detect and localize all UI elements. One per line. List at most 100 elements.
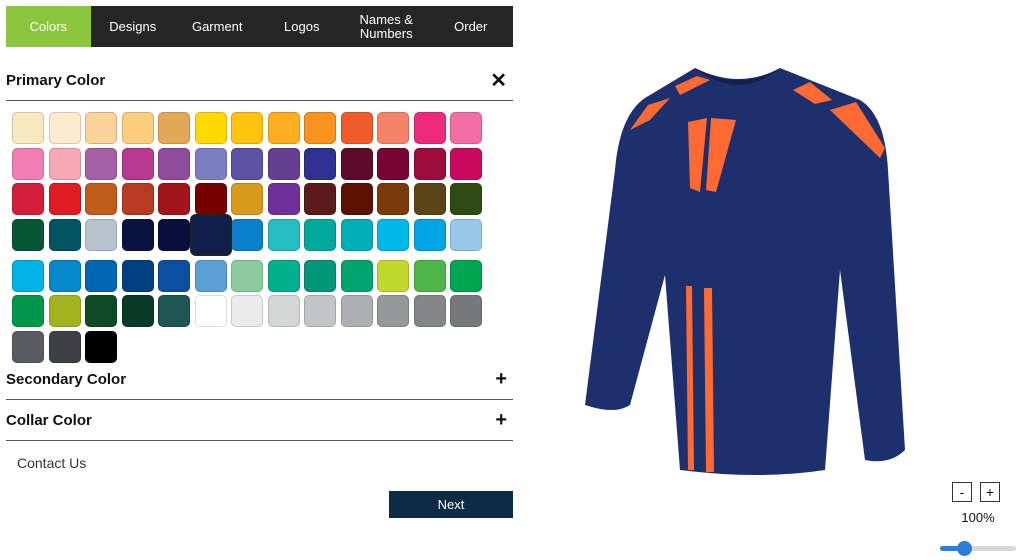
- color-swatch[interactable]: [158, 219, 190, 252]
- zoom-slider-thumb[interactable]: [956, 541, 972, 556]
- plus-icon[interactable]: +: [495, 409, 507, 432]
- color-swatch[interactable]: [48, 183, 81, 216]
- color-swatch[interactable]: [231, 112, 263, 144]
- color-swatch[interactable]: [377, 219, 409, 252]
- color-swatch[interactable]: [304, 147, 336, 180]
- color-swatch[interactable]: [158, 112, 190, 144]
- color-swatch[interactable]: [158, 295, 190, 328]
- color-swatch[interactable]: [413, 295, 446, 328]
- color-swatch[interactable]: [304, 259, 336, 292]
- secondary-color-title: Secondary Color: [6, 370, 127, 388]
- color-swatch[interactable]: [413, 147, 446, 180]
- color-swatch[interactable]: [85, 219, 117, 252]
- color-swatch[interactable]: [267, 112, 300, 144]
- color-swatch[interactable]: [450, 112, 482, 144]
- color-swatch[interactable]: [340, 219, 373, 252]
- color-swatch[interactable]: [340, 259, 373, 292]
- color-swatch[interactable]: [450, 183, 482, 216]
- color-swatch[interactable]: [48, 259, 81, 292]
- color-swatch[interactable]: [85, 112, 117, 144]
- color-swatch[interactable]: [231, 147, 263, 180]
- color-swatch[interactable]: [231, 259, 263, 292]
- color-swatch[interactable]: [85, 147, 117, 180]
- color-swatch[interactable]: [377, 259, 409, 292]
- jersey-preview: [585, 68, 905, 475]
- color-swatch[interactable]: [267, 259, 300, 292]
- color-swatch[interactable]: [304, 112, 336, 144]
- color-swatch[interactable]: [340, 295, 373, 328]
- color-swatch[interactable]: [377, 295, 409, 328]
- color-swatch[interactable]: [231, 183, 263, 216]
- color-swatch[interactable]: [48, 331, 81, 364]
- color-swatch[interactable]: [48, 295, 81, 328]
- color-swatch[interactable]: [121, 295, 154, 328]
- color-swatch[interactable]: [340, 147, 373, 180]
- color-swatch[interactable]: [267, 219, 300, 252]
- color-swatch[interactable]: [413, 112, 446, 144]
- color-swatch[interactable]: [304, 183, 336, 216]
- zoom-in-button[interactable]: +: [980, 482, 1000, 502]
- color-swatch[interactable]: [158, 259, 190, 292]
- color-swatch[interactable]: [12, 112, 44, 144]
- color-swatch[interactable]: [121, 112, 154, 144]
- color-swatch[interactable]: [158, 147, 190, 180]
- color-swatch[interactable]: [413, 219, 446, 252]
- color-swatch[interactable]: [231, 295, 263, 328]
- tab-garment[interactable]: Garment: [175, 6, 260, 47]
- tab-designs[interactable]: Designs: [91, 6, 176, 47]
- color-swatch[interactable]: [267, 295, 300, 328]
- color-swatch[interactable]: [231, 219, 263, 252]
- tab-order[interactable]: Order: [429, 6, 514, 47]
- close-icon[interactable]: ✕: [490, 68, 507, 93]
- color-swatch[interactable]: [194, 183, 227, 216]
- color-swatch[interactable]: [304, 219, 336, 252]
- color-swatch[interactable]: [48, 219, 81, 252]
- color-swatch[interactable]: [85, 331, 117, 364]
- color-swatch[interactable]: [377, 147, 409, 180]
- color-swatch[interactable]: [194, 295, 227, 328]
- color-swatch[interactable]: [450, 295, 482, 328]
- color-swatch[interactable]: [377, 183, 409, 216]
- color-swatch[interactable]: [12, 147, 44, 180]
- color-swatch[interactable]: [340, 183, 373, 216]
- color-swatch[interactable]: [121, 219, 154, 252]
- color-swatch[interactable]: [340, 112, 373, 144]
- color-swatch[interactable]: [12, 259, 44, 292]
- color-swatch[interactable]: [189, 214, 232, 257]
- tab-names-numbers[interactable]: Names & Numbers: [344, 6, 429, 47]
- color-swatch[interactable]: [12, 295, 44, 328]
- zoom-out-button[interactable]: -: [952, 482, 972, 502]
- color-swatch[interactable]: [194, 112, 227, 144]
- color-swatch[interactable]: [267, 147, 300, 180]
- tab-colors[interactable]: Colors: [6, 6, 91, 47]
- tab-logos[interactable]: Logos: [260, 6, 345, 47]
- color-swatch[interactable]: [12, 331, 44, 364]
- plus-icon[interactable]: +: [495, 368, 507, 391]
- color-swatch[interactable]: [413, 183, 446, 216]
- secondary-color-header[interactable]: Secondary Color +: [6, 359, 513, 400]
- color-swatch[interactable]: [450, 259, 482, 292]
- color-swatch[interactable]: [85, 259, 117, 292]
- collar-color-header[interactable]: Collar Color +: [6, 400, 513, 441]
- color-swatch[interactable]: [450, 147, 482, 180]
- color-swatch[interactable]: [267, 183, 300, 216]
- contact-us-link[interactable]: Contact Us: [17, 455, 86, 471]
- color-swatch[interactable]: [377, 112, 409, 144]
- color-swatch[interactable]: [194, 147, 227, 180]
- color-swatch[interactable]: [121, 183, 154, 216]
- color-swatch[interactable]: [450, 219, 482, 252]
- color-swatch[interactable]: [304, 295, 336, 328]
- color-swatch[interactable]: [85, 183, 117, 216]
- primary-color-header[interactable]: Primary Color ✕: [6, 60, 513, 101]
- color-swatch[interactable]: [48, 147, 81, 180]
- color-swatch[interactable]: [85, 295, 117, 328]
- color-swatch[interactable]: [158, 183, 190, 216]
- color-swatch[interactable]: [12, 219, 44, 252]
- color-swatch[interactable]: [12, 183, 44, 216]
- color-swatch[interactable]: [413, 259, 446, 292]
- color-swatch[interactable]: [194, 259, 227, 292]
- next-button[interactable]: Next: [389, 491, 513, 518]
- color-swatch[interactable]: [121, 147, 154, 180]
- color-swatch[interactable]: [48, 112, 81, 144]
- color-swatch[interactable]: [121, 259, 154, 292]
